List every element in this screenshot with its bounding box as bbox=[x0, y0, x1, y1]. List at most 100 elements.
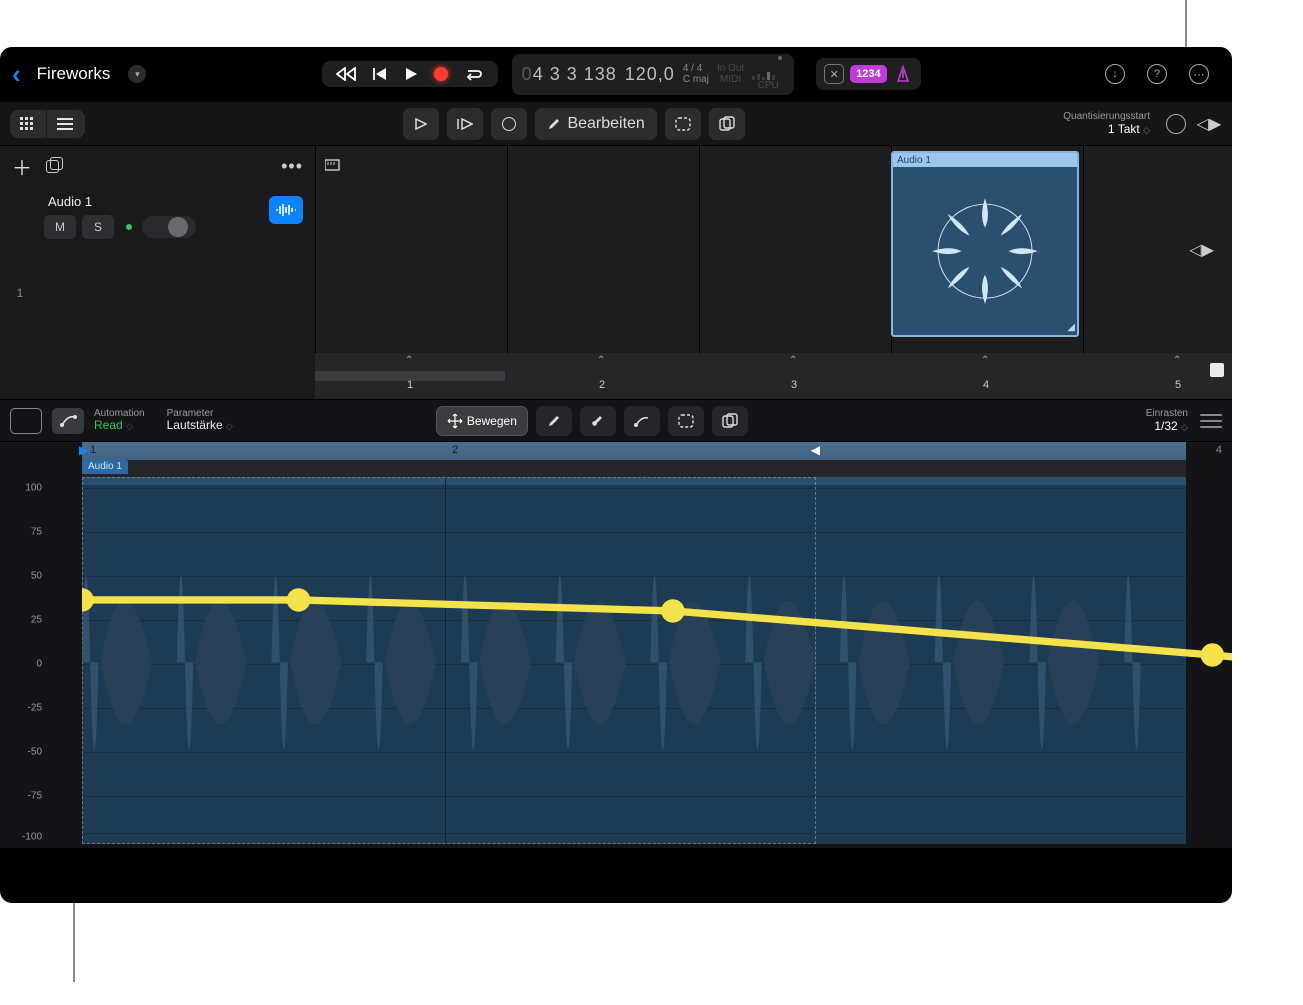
automation-ruler[interactable]: ▶ 1 2 ◀ bbox=[82, 442, 1186, 460]
countoff-button[interactable]: 1234 bbox=[850, 65, 886, 83]
lcd-midi-label: MIDI bbox=[720, 74, 741, 85]
disable-countoff-button[interactable]: ✕ bbox=[824, 64, 844, 84]
audio-region[interactable]: Audio 1 bbox=[891, 151, 1079, 337]
snap-control[interactable]: Einrasten 1/32 ◇ bbox=[1146, 408, 1188, 433]
lcd-io-label: In Out bbox=[717, 63, 744, 74]
brush-tool-button[interactable] bbox=[580, 406, 616, 436]
add-track-button[interactable]: ＋ bbox=[12, 152, 32, 181]
lcd-cpu-meter bbox=[752, 58, 784, 80]
transport-group bbox=[322, 61, 498, 87]
automation-parameter-control[interactable]: Parameter Lautstärke ◇ bbox=[167, 408, 233, 433]
editor-view-toggle[interactable] bbox=[10, 408, 42, 434]
move-tool-label: Bewegen bbox=[467, 414, 517, 428]
quantize-start-control[interactable]: Quantisierungsstart 1 Takt ◇ bbox=[1063, 111, 1150, 136]
mute-button[interactable]: M bbox=[44, 215, 76, 239]
track-number: 1 bbox=[0, 186, 40, 399]
project-name[interactable]: Fireworks bbox=[37, 64, 111, 84]
edit-mode-button[interactable]: Bearbeiten bbox=[535, 108, 656, 140]
more-menu-icon[interactable]: ⋯ bbox=[1188, 63, 1210, 85]
duplicate-track-button[interactable] bbox=[46, 157, 64, 175]
snap-value: 1/32 bbox=[1154, 419, 1177, 433]
quantize-value: 1 Takt bbox=[1108, 122, 1140, 136]
help-icon[interactable]: ? bbox=[1146, 63, 1168, 85]
ruler-label-far: 4 bbox=[1216, 444, 1222, 456]
quantize-label: Quantisierungsstart bbox=[1063, 111, 1150, 122]
ruler-settings-icon[interactable] bbox=[325, 158, 343, 177]
timeline-area[interactable]: Audio 1 bbox=[315, 146, 1232, 399]
preview-record-button[interactable] bbox=[491, 108, 527, 140]
selection-tool-2-button[interactable] bbox=[668, 406, 704, 436]
pencil-tool-button[interactable] bbox=[536, 406, 572, 436]
automation-toolbar: Automation Read ◇ Parameter Lautstärke ◇… bbox=[0, 400, 1232, 442]
volume-slider[interactable] bbox=[142, 216, 196, 238]
lcd-key: C maj bbox=[683, 74, 709, 85]
ruler-label-2: 2 bbox=[452, 444, 458, 456]
playhead-icon[interactable]: ▶ bbox=[79, 443, 88, 457]
mode-badges: ✕ 1234 bbox=[816, 58, 920, 90]
automation-clip-name: Audio 1 bbox=[82, 460, 128, 474]
track-header-more-button[interactable]: ••• bbox=[281, 156, 303, 177]
automation-editor: Automation Read ◇ Parameter Lautstärke ◇… bbox=[0, 400, 1232, 848]
metronome-button[interactable] bbox=[893, 64, 913, 84]
stop-marker[interactable] bbox=[1210, 363, 1224, 377]
mini-ruler-arrows: ⌃⌃⌃⌃⌃ bbox=[315, 355, 1232, 369]
grid-view-button[interactable] bbox=[10, 110, 46, 138]
locator-right-icon[interactable]: ◀ bbox=[811, 443, 820, 457]
cycle-button[interactable] bbox=[464, 67, 484, 81]
edit-mode-label: Bearbeiten bbox=[567, 115, 644, 133]
selection-tool-button[interactable] bbox=[665, 108, 701, 140]
mini-ruler[interactable]: ⌃⌃⌃⌃⌃ 1 2 3 4 5 bbox=[315, 353, 1232, 399]
top-bar: ‹ Fireworks ▾ 04 3 3 138 120,0 4 / 4 C m… bbox=[0, 47, 1232, 101]
ruler-label-1: 1 bbox=[90, 444, 96, 456]
track-icon[interactable] bbox=[269, 196, 303, 224]
solo-button[interactable]: S bbox=[82, 215, 114, 239]
rewind-button[interactable] bbox=[336, 67, 356, 81]
pencil-icon bbox=[547, 117, 561, 131]
view-mode-segment bbox=[10, 110, 85, 138]
project-menu-button[interactable]: ▾ bbox=[128, 65, 146, 83]
snap-label: Einrasten bbox=[1146, 408, 1188, 419]
play-button[interactable] bbox=[404, 67, 418, 81]
record-enable-ring[interactable] bbox=[1166, 114, 1186, 134]
track-area-toolbar: Bearbeiten Quantisierungsstart 1 Takt ◇ … bbox=[0, 101, 1232, 146]
preview-play-button[interactable] bbox=[403, 108, 439, 140]
automation-mode: Read bbox=[94, 418, 123, 432]
automation-curve[interactable] bbox=[82, 477, 1232, 844]
lcd-tempo: 120,0 bbox=[625, 64, 675, 85]
curve-tool-button[interactable] bbox=[624, 406, 660, 436]
preview-play-from-button[interactable] bbox=[447, 108, 483, 140]
move-icon bbox=[447, 413, 463, 429]
resize-handle-icon[interactable]: ◢ bbox=[1067, 322, 1075, 333]
list-view-button[interactable] bbox=[46, 110, 85, 138]
back-button[interactable]: ‹ bbox=[10, 59, 23, 90]
track-header-area: ＋ ••• 1 Audio 1 M S bbox=[0, 146, 315, 399]
list-icon[interactable] bbox=[1200, 414, 1222, 428]
region-name: Audio 1 bbox=[893, 153, 1077, 167]
lcd-timesig: 4 / 4 bbox=[683, 63, 702, 74]
track-row[interactable]: 1 Audio 1 M S bbox=[0, 186, 315, 399]
parameter-value: Lautstärke bbox=[167, 418, 223, 432]
app-window: ‹ Fireworks ▾ 04 3 3 138 120,0 4 / 4 C m… bbox=[0, 47, 1232, 903]
y-axis: 100 75 50 25 0 -25 -50 -75 -100 bbox=[0, 477, 82, 844]
top-right-icons: ↓ ? ⋯ bbox=[1104, 63, 1222, 85]
clipboard-2-button[interactable] bbox=[712, 406, 748, 436]
lcd-cpu-label: CPU bbox=[758, 80, 779, 91]
lcd-position: 4 3 3 138 bbox=[533, 64, 617, 84]
move-tool-button[interactable]: Bewegen bbox=[436, 406, 528, 436]
automation-plot[interactable] bbox=[82, 477, 1186, 844]
automation-mode-control[interactable]: Automation Read ◇ bbox=[94, 408, 145, 433]
input-level-indicator bbox=[126, 224, 132, 230]
lcd-display[interactable]: 04 3 3 138 120,0 4 / 4 C maj In Out MIDI bbox=[512, 54, 795, 95]
callout-line-left bbox=[73, 896, 75, 982]
clipboard-button[interactable] bbox=[709, 108, 745, 140]
automation-body: ▶ 1 2 ◀ 4 Audio 1 100 75 50 25 0 -25 -50… bbox=[0, 442, 1232, 848]
region-body: ◢ bbox=[893, 167, 1077, 335]
timeline-nudge-control[interactable]: ◁▶ bbox=[1189, 240, 1214, 260]
download-icon[interactable]: ↓ bbox=[1104, 63, 1126, 85]
nudge-control[interactable]: ◁▶ bbox=[1196, 114, 1222, 134]
track-header-toolbar: ＋ ••• bbox=[0, 146, 315, 186]
record-button[interactable] bbox=[434, 67, 448, 81]
go-to-start-button[interactable] bbox=[372, 67, 388, 81]
automation-curve-toggle[interactable] bbox=[52, 408, 84, 434]
arrange-area: ＋ ••• 1 Audio 1 M S bbox=[0, 146, 1232, 400]
